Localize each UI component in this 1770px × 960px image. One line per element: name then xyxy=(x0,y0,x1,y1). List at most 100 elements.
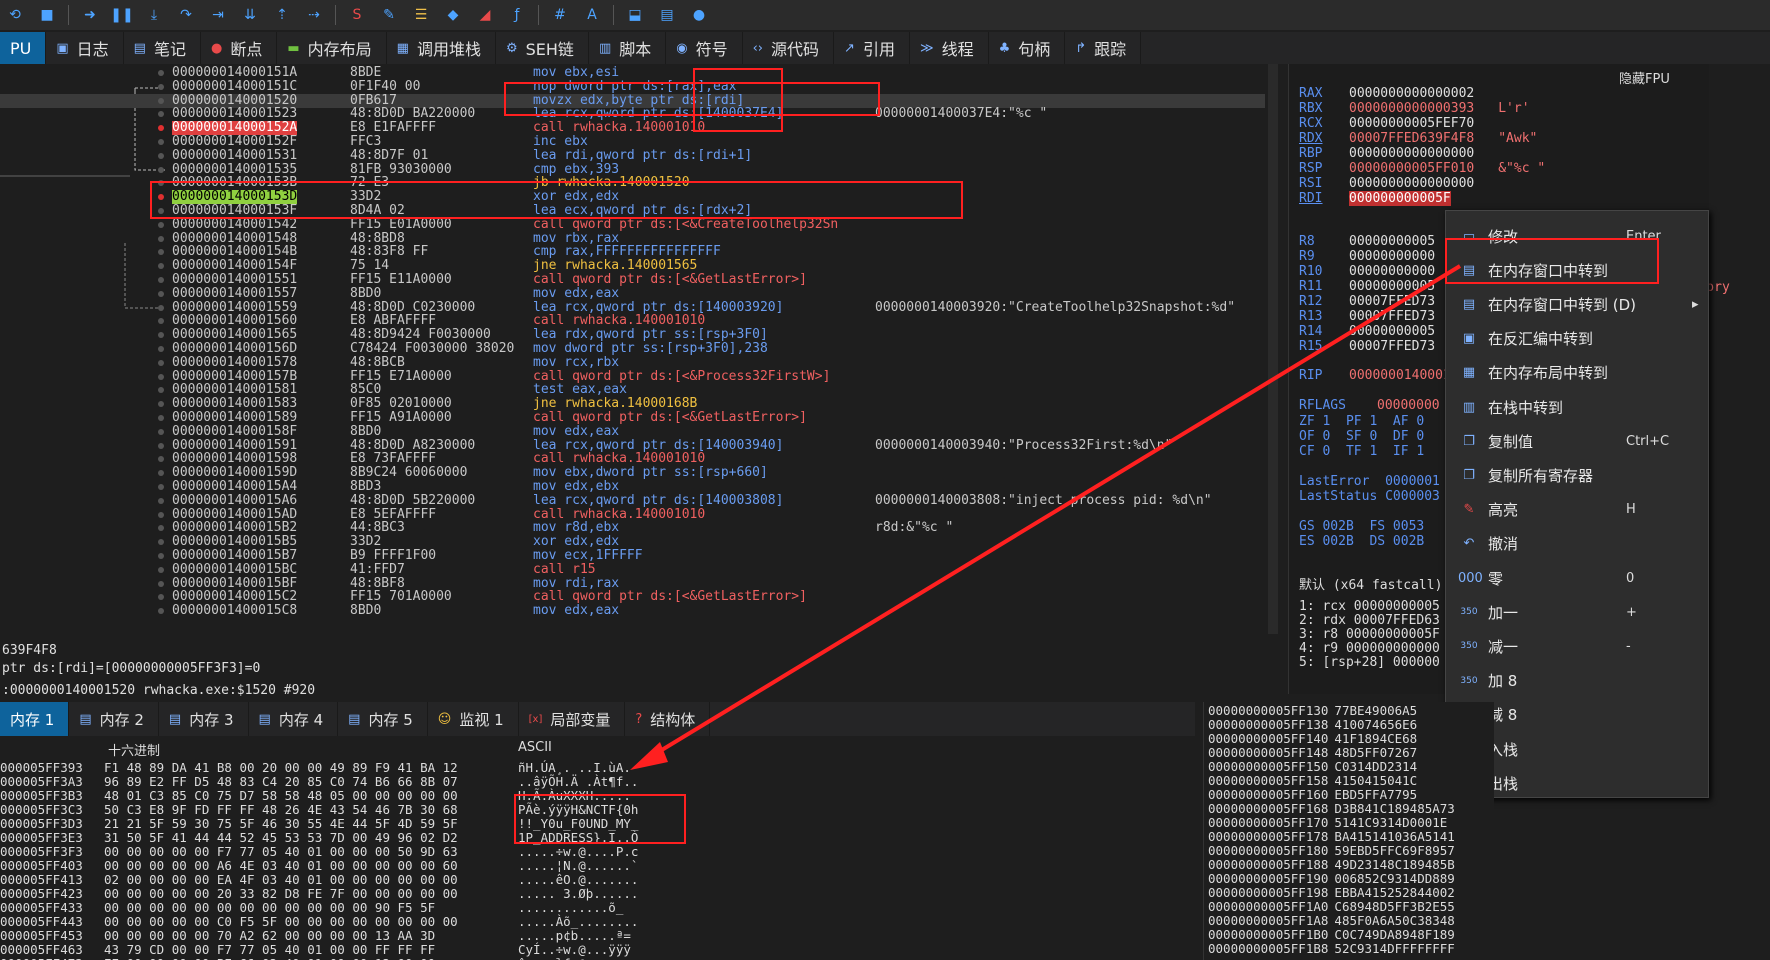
stack-row[interactable]: 00000000005FF178 BA415141036A5141 xyxy=(1208,830,1455,844)
tab-handles[interactable]: ♣ 句柄 xyxy=(989,32,1066,64)
stack-row[interactable]: 00000000005FF160 EBD5FFA7795 xyxy=(1208,788,1417,802)
tab-breakpoint[interactable]: ● 断点 xyxy=(201,32,278,64)
dump-tab-1[interactable]: 内存 1 xyxy=(0,702,70,736)
menu-item-copy-all[interactable]: ❐ 复制所有寄存器 xyxy=(1446,458,1708,492)
breakpoint-dot-icon[interactable] xyxy=(158,346,164,352)
stack-row[interactable]: 00000000005FF1A0 C68948D5FF3B2E55 xyxy=(1208,900,1455,914)
breakpoint-dot-icon[interactable] xyxy=(158,387,164,394)
tab-log[interactable]: ▣ 日志 xyxy=(46,32,124,64)
register-r11[interactable]: R11 00000000005 xyxy=(1299,279,1435,294)
register-rip[interactable]: RIP 0000000140001 xyxy=(1299,368,1451,383)
disasm-row[interactable]: 0000000140001578 48:8BCB mov rcx,rbx xyxy=(0,355,1265,370)
breakpoint-dot-icon[interactable] xyxy=(158,97,164,104)
disasm-row[interactable]: 00000001400015C8 8BD0 mov edx,eax xyxy=(0,604,1265,618)
menu-item-zero[interactable]: 000 零 0 xyxy=(1446,561,1708,595)
register-r13[interactable]: R13 00007FFED73 xyxy=(1299,309,1435,324)
breakpoint-dot-icon[interactable] xyxy=(158,553,164,559)
breakpoint-dot-icon[interactable] xyxy=(158,580,164,587)
register-r14[interactable]: R14 00000000005 xyxy=(1299,324,1435,339)
register-rbx[interactable]: RBX 0000000000000393 L'r' xyxy=(1299,101,1530,116)
breakpoint-dot-icon[interactable] xyxy=(158,304,164,311)
trace-into-icon[interactable]: ⇥ xyxy=(207,4,229,26)
menu-item-edit[interactable]: ▭ 修改 Enter xyxy=(1446,219,1708,253)
menu-item-undo[interactable]: ↶ 撤消 xyxy=(1446,527,1708,561)
tab-notes[interactable]: ▤ 笔记 xyxy=(124,32,201,64)
breakpoint-dot-icon[interactable] xyxy=(158,428,164,435)
disasm-row[interactable]: 00000001400015A4 8BD3 mov edx,ebx xyxy=(0,480,1265,494)
stack-row[interactable]: 00000000005FF190 006852C9314DD889 xyxy=(1208,872,1455,886)
dump-tab-6[interactable]: ☺ 监视 1 xyxy=(428,702,519,736)
function-icon[interactable]: ƒ xyxy=(506,4,528,26)
breakpoint-dot-icon[interactable] xyxy=(158,566,164,573)
menu-item-disasm-goto[interactable]: ▣ 在反汇编中转到 xyxy=(1446,322,1708,356)
breakpoint-dot-icon[interactable] xyxy=(158,70,164,76)
breakpoint-dot-icon[interactable] xyxy=(158,539,164,546)
menu-item-increment[interactable]: 350 加一 + xyxy=(1446,595,1708,629)
stack-row[interactable]: 00000000005FF150 C0314DD2314 xyxy=(1208,760,1417,774)
breakpoint-dot-icon[interactable] xyxy=(158,235,164,242)
call-argument[interactable]: 3: r8 00000000005F xyxy=(1299,627,1440,642)
breakpoint-dot-icon[interactable] xyxy=(158,249,164,256)
call-argument[interactable]: 4: r9 000000000000 xyxy=(1299,641,1440,656)
dump-tab-8[interactable]: ? 结构体 xyxy=(625,702,711,736)
memory-dump-view[interactable]: 十六进制 ASCII 000005FF393 F1 48 89 DA 41 B8 … xyxy=(0,736,1195,960)
breakpoint-dot-icon[interactable] xyxy=(158,139,164,145)
run-to-user-code-icon[interactable]: ⇢ xyxy=(303,4,325,26)
breakpoint-dot-icon[interactable] xyxy=(158,401,164,408)
execute-till-return-icon[interactable]: ⇡ xyxy=(271,4,293,26)
breakpoint-dot-icon[interactable] xyxy=(158,456,164,463)
pause-icon[interactable]: ❚❚ xyxy=(110,4,133,26)
tab-references[interactable]: ↗ 引用 xyxy=(834,32,910,64)
flag-row[interactable]: OF 0 SF 0 DF 0 xyxy=(1299,429,1424,444)
comment-icon[interactable]: ☰ xyxy=(410,4,432,26)
register-r15[interactable]: R15 00007FFED73 xyxy=(1299,339,1435,354)
register-r9[interactable]: R9 00000000000 xyxy=(1299,249,1435,264)
stack-row[interactable]: 00000000005FF188 49D23148C189485B xyxy=(1208,858,1455,872)
stop-icon[interactable]: ■ xyxy=(36,4,58,26)
breakpoint-dot-icon[interactable] xyxy=(158,608,164,615)
menu-item-add8[interactable]: 350 加 8 xyxy=(1446,664,1708,698)
breakpoint-dot-icon[interactable] xyxy=(158,166,164,173)
breakpoint-dot-icon[interactable] xyxy=(158,180,164,187)
tab-symbols[interactable]: ◉ 符号 xyxy=(666,32,743,64)
breakpoint-dot-icon[interactable] xyxy=(158,359,164,366)
tab-source[interactable]: ‹› 源代码 xyxy=(743,32,835,64)
breakpoint-dot-icon[interactable] xyxy=(158,318,164,325)
disasm-row[interactable]: 00000001400015BC 41:FFD7 call r15 xyxy=(0,562,1265,577)
breakpoint-dot-icon[interactable] xyxy=(158,277,164,283)
step-into-icon[interactable]: ⤓ xyxy=(143,4,165,26)
tab-memory-map[interactable]: ▬ 内存布局 xyxy=(277,32,387,64)
tab-seh[interactable]: ⚙ SEH链 xyxy=(496,32,589,64)
register-rflags[interactable]: RFLAGS 00000000 xyxy=(1299,398,1440,413)
help-icon[interactable]: ● xyxy=(688,4,710,26)
stack-row[interactable]: 00000000005FF140 41F1894CE68 xyxy=(1208,732,1417,746)
menu-item-stack-goto[interactable]: ▥ 在栈中转到 xyxy=(1446,390,1708,424)
script-icon[interactable]: S xyxy=(346,4,368,26)
plugin-icon[interactable]: ⬓ xyxy=(624,4,646,26)
breakpoint-dot-icon[interactable] xyxy=(158,208,164,214)
disasm-row[interactable]: 0000000140001557 8BD0 mov edx,eax xyxy=(0,286,1265,301)
menu-item-copy[interactable]: ❐ 复制值 Ctrl+C xyxy=(1446,424,1708,458)
disasm-row[interactable]: 000000014000152F FFC3 inc ebx xyxy=(0,135,1265,149)
breakpoint-dot-icon[interactable] xyxy=(158,332,164,339)
breakpoint-dot-icon[interactable] xyxy=(158,442,164,449)
disasm-row[interactable]: 0000000140001551 FF15 E11A0000 call qword … xyxy=(0,273,1265,287)
breakpoint-dot-icon[interactable] xyxy=(158,511,164,518)
breakpoint-dot-icon[interactable] xyxy=(158,594,164,601)
breakpoint-dot-icon[interactable] xyxy=(158,290,164,297)
breakpoint-dot-icon[interactable] xyxy=(158,152,164,159)
disasm-row[interactable]: 00000001400015B7 B9 FFFF1F00 mov ecx,1FFFF… xyxy=(0,549,1265,563)
breakpoint-dot-icon[interactable] xyxy=(158,221,164,228)
breakpoint-dot-icon[interactable] xyxy=(158,373,164,380)
hash-icon[interactable]: # xyxy=(549,4,571,26)
breakpoint-dot-icon[interactable] xyxy=(158,111,164,118)
trace-over-icon[interactable]: ⇊ xyxy=(239,4,261,26)
stack-row[interactable]: 00000000005FF158 4150415041C xyxy=(1208,774,1417,788)
register-r8[interactable]: R8 00000000005 xyxy=(1299,234,1435,249)
menu-item-memory-goto-submenu[interactable]: ▤ 在内存窗口中转到 (D) ▸ xyxy=(1446,287,1708,321)
stack-row[interactable]: 00000000005FF1B8 52C9314DFFFFFFFF xyxy=(1208,942,1455,956)
calculator-icon[interactable]: ▤ xyxy=(656,4,678,26)
tab-trace[interactable]: ↱ 跟踪 xyxy=(1065,32,1142,64)
disasm-row[interactable]: 000000014000156D C78424 F0030000 38020 mov… xyxy=(0,342,1265,356)
breakpoint-dot-icon[interactable] xyxy=(158,263,164,270)
